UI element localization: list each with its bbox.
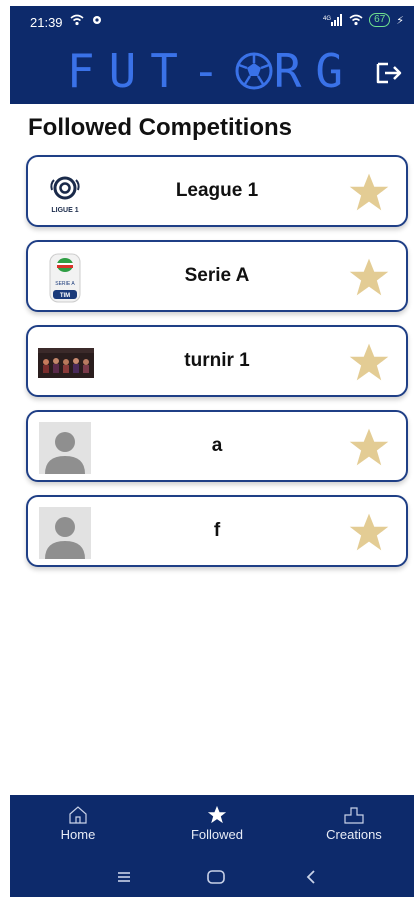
status-time: 21:39 [30, 15, 63, 30]
competition-name: Serie A [184, 265, 250, 286]
logo-text-right: RG [273, 44, 358, 98]
app-logo: FUT- RG [10, 42, 414, 100]
top-bar: 21:39 4G 67 ⚡ FUT- RG [10, 6, 414, 104]
ligue-1-logo: LIGUE 1 [39, 167, 91, 219]
competition-card[interactable]: LIGUE 1 League 1 [26, 155, 408, 227]
gear-icon [93, 16, 102, 24]
app-root: 21:39 4G 67 ⚡ FUT- RG Followed Competitio… [0, 0, 414, 897]
serie-a-logo: SERIE A TIM [39, 252, 91, 304]
competition-name: f [213, 520, 221, 541]
competition-card[interactable]: turnir 1 [26, 325, 408, 397]
competition-name: turnir 1 [184, 350, 250, 371]
star-icon[interactable] [348, 171, 390, 213]
nav-followed-label: Followed [190, 827, 244, 842]
back-icon[interactable] [304, 869, 318, 885]
menu-icon[interactable] [116, 869, 132, 885]
star-icon[interactable] [348, 341, 390, 383]
battery-indicator: 67 [369, 13, 391, 27]
nav-home[interactable]: Home [28, 805, 128, 842]
nav-creations-label: Creations [326, 827, 382, 842]
competitions-list: LIGUE 1 League 1 SERIE A TIM Serie A tur… [26, 155, 408, 580]
creations-icon [344, 807, 364, 824]
competition-card[interactable]: f [26, 495, 408, 567]
charging-icon: ⚡ [396, 14, 404, 27]
nav-home-label: Home [60, 827, 96, 842]
star-icon [207, 805, 227, 824]
soccer-ball-icon [235, 52, 273, 89]
default-avatar [39, 507, 91, 559]
svg-text:4G: 4G [323, 16, 331, 22]
serie-a-logo-caption: SERIE A [55, 281, 75, 287]
ligue-1-logo-caption: LIGUE 1 [51, 207, 78, 214]
competition-card[interactable]: a [26, 410, 408, 482]
star-icon[interactable] [348, 511, 390, 553]
competition-card[interactable]: SERIE A TIM Serie A [26, 240, 408, 312]
logout-icon[interactable] [374, 58, 404, 88]
serie-a-logo-sub: TIM [60, 293, 70, 299]
status-left-icons [70, 14, 103, 29]
page-title: Followed Competitions [28, 114, 292, 141]
home-button-icon[interactable] [206, 869, 226, 885]
nav-followed[interactable]: Followed [167, 805, 267, 842]
wifi-icon [70, 14, 84, 26]
signal-4g-icon: 4G [323, 14, 343, 26]
tournament-photo [37, 337, 95, 389]
star-icon[interactable] [348, 256, 390, 298]
star-icon[interactable] [348, 426, 390, 468]
system-nav-bar [10, 865, 414, 893]
bottom-nav: Home Followed Creations [10, 795, 414, 897]
status-bar: 21:39 4G 67 ⚡ [10, 6, 414, 36]
default-avatar [39, 422, 91, 474]
competition-name: League 1 [175, 180, 259, 201]
nav-creations[interactable]: Creations [304, 805, 404, 842]
home-icon [69, 806, 87, 824]
status-right-icons: 4G 67 ⚡ [323, 13, 404, 27]
wifi-icon [349, 14, 363, 26]
logo-text-left: FUT- [66, 44, 234, 98]
competition-name: a [211, 435, 223, 456]
